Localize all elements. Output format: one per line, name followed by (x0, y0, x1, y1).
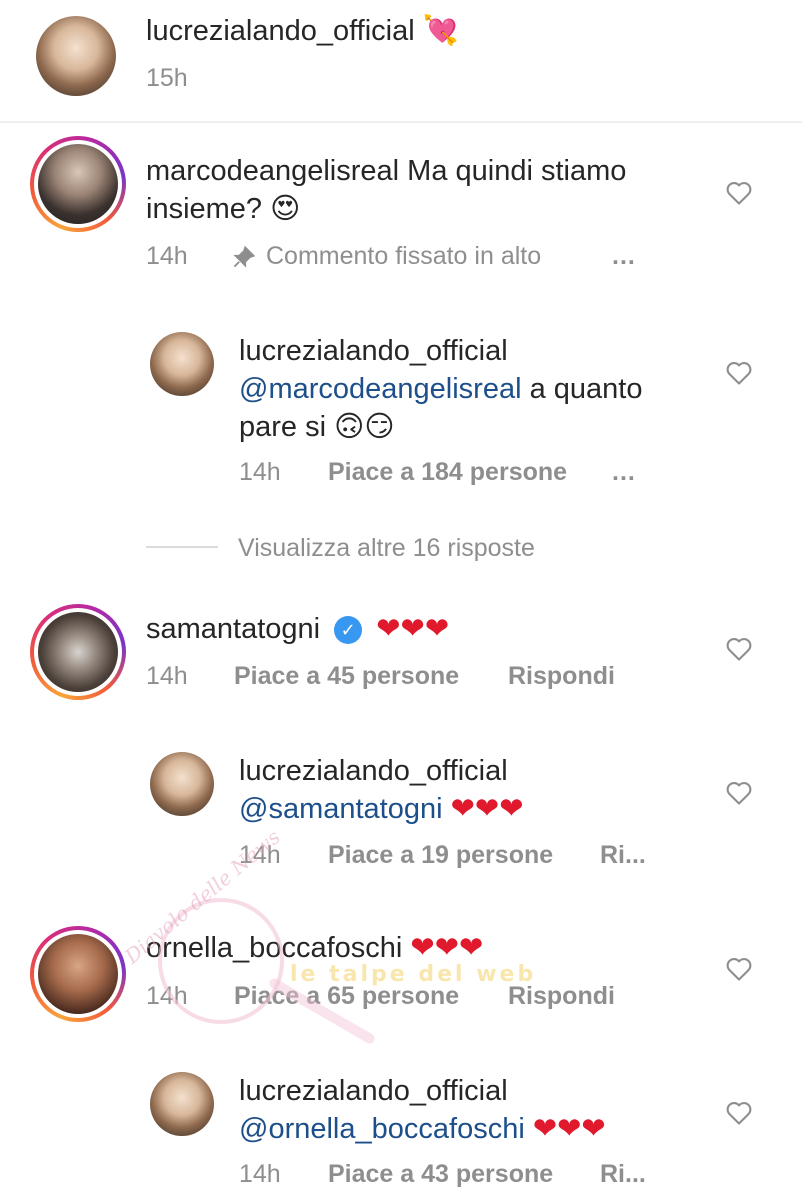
reply-time: 14h (239, 1160, 281, 1188)
reply-button[interactable]: Rispondi (508, 662, 615, 691)
reply-body-line3: pare si 🙃😏 (239, 411, 395, 443)
comment-body-line2: insieme? 😍 (146, 193, 301, 225)
like-heart-icon[interactable] (725, 780, 753, 806)
reply-mention[interactable]: @marcodeangelisreal (239, 373, 522, 405)
like-heart-icon[interactable] (725, 180, 753, 206)
pin-icon (233, 245, 256, 268)
comment-time: 14h (146, 662, 188, 690)
reply-body: ❤❤❤ (442, 793, 524, 825)
comment-text: samantatogni ✓ ❤❤❤ (146, 610, 449, 648)
reply-text: lucrezialando_official @marcodeangelisre… (239, 332, 709, 446)
comment-body: Ma quindi stiamo (407, 155, 627, 187)
comment-avatar[interactable] (38, 144, 118, 224)
like-heart-icon[interactable] (725, 360, 753, 386)
reply-avatar[interactable] (150, 332, 214, 396)
comment-avatar[interactable] (38, 934, 118, 1014)
caption-avatar[interactable] (36, 16, 116, 96)
more-options-button[interactable]: ... (612, 242, 636, 271)
verified-badge-icon: ✓ (334, 616, 363, 645)
reply-body: a quanto (521, 373, 643, 405)
reply-username[interactable]: lucrezialando_official (239, 335, 508, 367)
caption-emoji: 💘 (422, 15, 459, 47)
reply-likes[interactable]: Piace a 19 persone (328, 841, 553, 870)
reply-button[interactable]: Ri... (600, 841, 646, 870)
pinned-label: Commento fissato in alto (266, 242, 542, 270)
comment-username[interactable]: samantatogni (146, 613, 320, 645)
reply-body: ❤❤❤ (524, 1113, 606, 1145)
reply-username[interactable]: lucrezialando_official (239, 1075, 508, 1107)
comment-body: ❤❤❤ (410, 932, 484, 964)
like-heart-icon[interactable] (725, 636, 753, 662)
reply-username[interactable]: lucrezialando_official (239, 755, 508, 787)
comment-avatar[interactable] (38, 612, 118, 692)
like-heart-icon[interactable] (725, 956, 753, 982)
comment-username[interactable]: marcodeangelisreal (146, 155, 399, 187)
reply-mention[interactable]: @ornella_boccafoschi (239, 1113, 525, 1145)
more-options-button[interactable]: ... (612, 458, 636, 487)
reply-time: 14h (239, 458, 281, 486)
caption-username[interactable]: lucrezialando_official (146, 15, 415, 47)
reply-likes[interactable]: Piace a 184 persone (328, 458, 567, 487)
view-more-replies[interactable]: Visualizza altre 16 risposte (238, 534, 535, 563)
reply-text: lucrezialando_official @samantatogni ❤❤❤ (239, 752, 709, 828)
reply-mention[interactable]: @samantatogni (239, 793, 443, 825)
view-more-line (146, 546, 218, 548)
reply-button[interactable]: Ri... (600, 1160, 646, 1189)
like-heart-icon[interactable] (725, 1100, 753, 1126)
comment-time: 14h (146, 242, 188, 270)
caption-divider (0, 121, 802, 123)
reply-likes[interactable]: Piace a 43 persone (328, 1160, 553, 1189)
comment-body: ❤❤❤ (376, 613, 450, 645)
reply-avatar[interactable] (150, 752, 214, 816)
caption-header: lucrezialando_official 💘 (146, 12, 459, 50)
comment-text: marcodeangelisreal Ma quindi stiamo insi… (146, 152, 686, 228)
reply-avatar[interactable] (150, 1072, 214, 1136)
caption-time: 15h (146, 64, 188, 92)
reply-text: lucrezialando_official @ornella_boccafos… (239, 1072, 709, 1148)
comment-likes[interactable]: Piace a 45 persone (234, 662, 459, 691)
watermark-text-2: le talpe del web (290, 962, 537, 987)
